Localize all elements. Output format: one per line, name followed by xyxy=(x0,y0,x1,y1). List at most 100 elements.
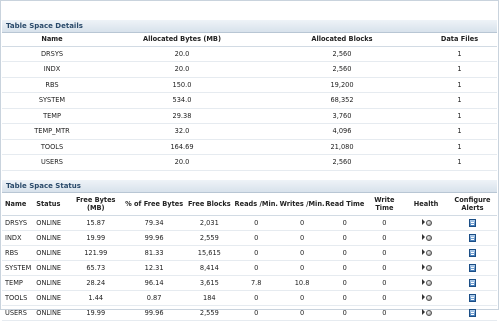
cell-write-time: 0 xyxy=(364,275,405,291)
cell-reads-per-min: 7.8 xyxy=(233,275,280,291)
cell-reads-per-min: 0 xyxy=(233,215,280,231)
health-status-icon[interactable] xyxy=(421,248,432,256)
cell-status: ONLINE xyxy=(33,245,69,261)
cell-name: INDX xyxy=(2,61,102,78)
cell-free-blocks: 3,615 xyxy=(185,275,234,291)
col-header-allocated-blocks: Allocated Blocks xyxy=(262,33,422,47)
cell-health xyxy=(404,230,448,246)
cell-name: RBS xyxy=(2,77,102,93)
health-status-icon[interactable] xyxy=(421,308,432,316)
table-row: INDX 20.0 2,560 1 xyxy=(2,61,497,78)
cell-free-bytes: 121.99 xyxy=(68,245,123,261)
configure-alerts-icon[interactable] xyxy=(468,218,476,227)
cell-status: ONLINE xyxy=(33,275,69,291)
cell-allocated-bytes: 150.0 xyxy=(102,77,262,93)
cell-writes-per-min: 0 xyxy=(279,260,325,276)
cell-data-files: 1 xyxy=(422,77,497,93)
cell-allocated-blocks: 2,560 xyxy=(262,154,422,171)
configure-alerts-icon[interactable] xyxy=(468,263,476,272)
cell-read-time: 0 xyxy=(324,230,365,246)
configure-alerts-icon[interactable] xyxy=(468,248,476,257)
health-status-icon[interactable] xyxy=(421,278,432,286)
cell-writes-per-min: 0 xyxy=(279,290,325,306)
col-header-reads-per-min: Reads /Min. xyxy=(233,193,280,216)
table-row: SYSTEM ONLINE 65.73 12.31 8,414 0 0 0 0 xyxy=(2,260,497,276)
cell-health xyxy=(404,305,448,321)
cell-allocated-bytes: 20.0 xyxy=(102,154,262,171)
cell-allocated-blocks: 2,560 xyxy=(262,61,422,78)
configure-alerts-icon[interactable] xyxy=(468,278,476,287)
tablespace-panel: Table Space Details Name Allocated Bytes… xyxy=(0,0,499,321)
cell-name: SYSTEM xyxy=(2,260,34,276)
cell-health xyxy=(404,245,448,261)
cell-read-time: 0 xyxy=(324,305,365,321)
cell-allocated-blocks: 68,352 xyxy=(262,92,422,109)
tablespace-status-title: Table Space Status xyxy=(2,180,497,193)
table-row: INDX ONLINE 19.99 99.96 2,559 0 0 0 0 xyxy=(2,230,497,246)
table-row: TEMP_MTR 32.0 4,096 1 xyxy=(2,123,497,140)
health-status-icon[interactable] xyxy=(421,218,432,226)
cell-write-time: 0 xyxy=(364,260,405,276)
cell-free-blocks: 2,559 xyxy=(185,230,234,246)
cell-write-time: 0 xyxy=(364,305,405,321)
cell-data-files: 1 xyxy=(422,61,497,78)
cell-name: RBS xyxy=(2,245,34,261)
cell-health xyxy=(404,275,448,291)
cell-reads-per-min: 0 xyxy=(233,245,280,261)
tablespace-details-section: Table Space Details Name Allocated Bytes… xyxy=(2,20,497,171)
col-header-pct-free-bytes: % of Free Bytes xyxy=(122,193,186,216)
cell-configure-alerts xyxy=(447,230,497,246)
col-header-free-blocks: Free Blocks xyxy=(185,193,234,216)
cell-configure-alerts xyxy=(447,215,497,231)
cell-name: TOOLS xyxy=(2,290,34,306)
cell-allocated-blocks: 3,760 xyxy=(262,108,422,124)
table-row: RBS ONLINE 121.99 81.33 15,615 0 0 0 0 xyxy=(2,245,497,261)
col-header-status: Status xyxy=(33,193,69,216)
cell-write-time: 0 xyxy=(364,215,405,231)
cell-allocated-bytes: 20.0 xyxy=(102,61,262,78)
cell-configure-alerts xyxy=(447,245,497,261)
table-row: TOOLS 164.69 21,080 1 xyxy=(2,139,497,155)
cell-health xyxy=(404,215,448,231)
cell-data-files: 1 xyxy=(422,123,497,140)
cell-reads-per-min: 0 xyxy=(233,305,280,321)
health-status-icon[interactable] xyxy=(421,233,432,241)
configure-alerts-icon[interactable] xyxy=(468,293,476,302)
table-row: DRSYS ONLINE 15.87 79.34 2,031 0 0 0 0 xyxy=(2,215,497,231)
cell-read-time: 0 xyxy=(324,275,365,291)
tablespace-status-table: Name Status Free Bytes (MB) % of Free By… xyxy=(2,193,497,321)
cell-read-time: 0 xyxy=(324,215,365,231)
table-row: USERS ONLINE 19.99 99.96 2,559 0 0 0 0 xyxy=(2,305,497,321)
health-status-icon[interactable] xyxy=(421,263,432,271)
cell-pct-free-bytes: 12.31 xyxy=(122,260,186,276)
cell-free-bytes: 28.24 xyxy=(68,275,123,291)
configure-alerts-icon[interactable] xyxy=(468,233,476,242)
table-row: TEMP ONLINE 28.24 96.14 3,615 7.8 10.8 0 0 xyxy=(2,275,497,291)
cell-free-blocks: 2,031 xyxy=(185,215,234,231)
col-header-allocated-bytes: Allocated Bytes (MB) xyxy=(102,33,262,47)
cell-writes-per-min: 0 xyxy=(279,245,325,261)
table-row: SYSTEM 534.0 68,352 1 xyxy=(2,92,497,109)
status-header-row: Name Status Free Bytes (MB) % of Free By… xyxy=(2,193,497,216)
cell-name: SYSTEM xyxy=(2,92,102,109)
cell-allocated-bytes: 29.38 xyxy=(102,108,262,124)
cell-allocated-blocks: 4,096 xyxy=(262,123,422,140)
cell-read-time: 0 xyxy=(324,290,365,306)
tablespace-status-section: Table Space Status Name Status Free Byte… xyxy=(2,180,497,321)
cell-pct-free-bytes: 79.34 xyxy=(122,215,186,231)
cell-name: DRSYS xyxy=(2,46,102,62)
col-header-writes-per-min: Writes /Min. xyxy=(279,193,325,216)
col-header-name: Name xyxy=(2,193,34,216)
col-header-configure-alerts: Configure Alerts xyxy=(447,193,497,216)
health-status-icon[interactable] xyxy=(421,293,432,301)
col-header-free-bytes: Free Bytes (MB) xyxy=(68,193,123,216)
cell-free-blocks: 184 xyxy=(185,290,234,306)
cell-configure-alerts xyxy=(447,290,497,306)
col-header-name: Name xyxy=(2,33,102,47)
tablespace-details-title: Table Space Details xyxy=(2,20,497,33)
cell-write-time: 0 xyxy=(364,245,405,261)
cell-allocated-bytes: 32.0 xyxy=(102,123,262,140)
cell-status: ONLINE xyxy=(33,260,69,276)
cell-status: ONLINE xyxy=(33,305,69,321)
cell-writes-per-min: 0 xyxy=(279,215,325,231)
